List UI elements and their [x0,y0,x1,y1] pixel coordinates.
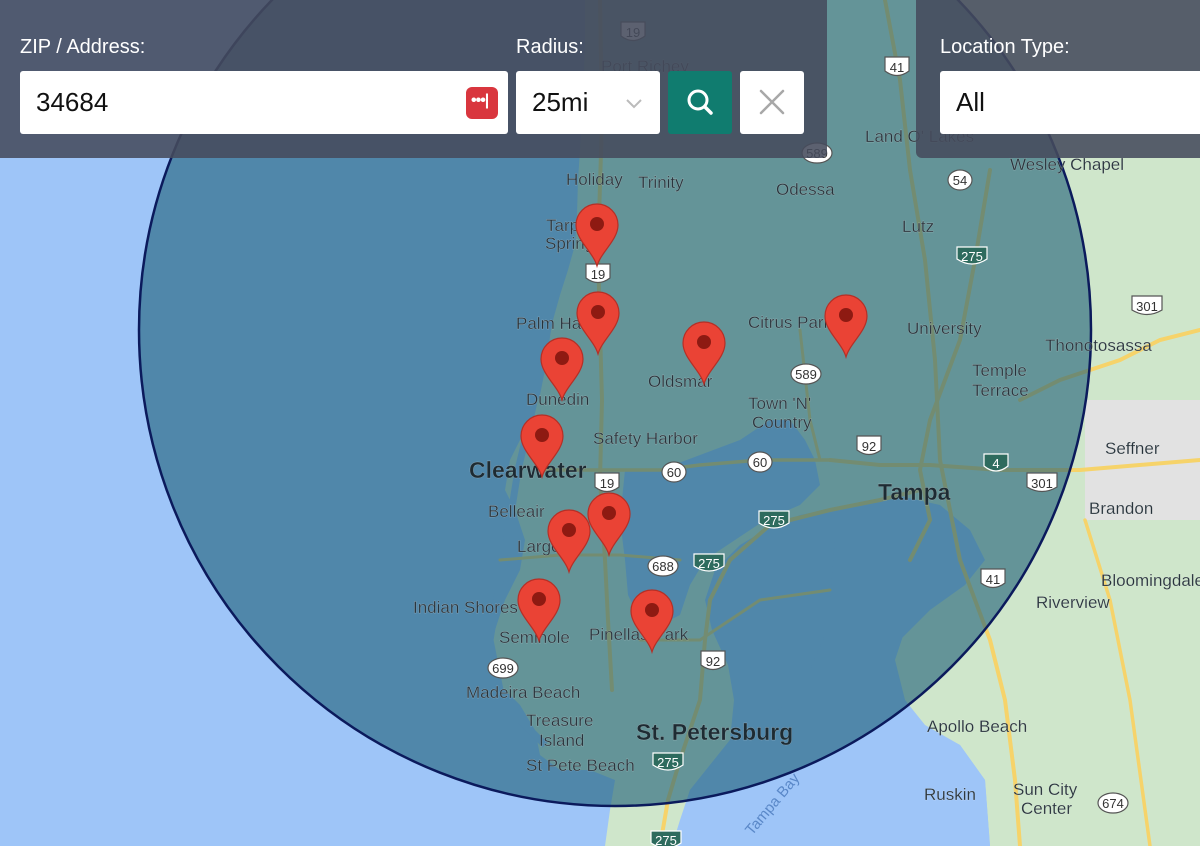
place-label: Riverview [1036,593,1110,612]
interstate-route-shield: 275 [693,553,725,572]
us-route-shield: 41 [980,568,1006,589]
place-label: University [907,319,982,338]
interstate-route-shield: 4 [983,453,1009,472]
route-number: 674 [1102,796,1124,811]
route-number: 60 [667,465,681,480]
route-number: 275 [698,556,720,571]
marker-dot [590,217,604,231]
marker-dot [602,506,616,520]
interstate-route-shield: 275 [758,510,790,529]
place-label: Holiday [566,170,623,189]
place-label: Clearwater [469,457,587,483]
place-label: Country [752,413,812,432]
route-number: 92 [862,439,876,454]
radius-select[interactable]: 25mi [516,71,660,134]
place-label: Seffner [1105,439,1160,458]
place-label: Belleair [488,502,545,521]
interstate-route-shield: 275 [652,752,684,771]
search-button[interactable] [668,71,732,134]
chevron-down-icon [626,99,642,109]
route-number: 92 [706,654,720,669]
place-label: Apollo Beach [927,717,1027,736]
place-label: Madeira Beach [466,683,580,702]
route-number: 275 [655,833,677,846]
clear-button[interactable] [740,71,804,134]
us-route-shield: 41 [884,56,910,77]
us-route-shield: 92 [700,650,726,671]
marker-dot [839,308,853,322]
route-number: 699 [492,661,514,676]
route-number: 4 [992,456,999,471]
close-icon [759,89,785,115]
place-label: Tampa [878,479,951,505]
route-number: 60 [753,455,767,470]
route-number: 301 [1031,476,1053,491]
place-label: Lutz [902,217,934,236]
us-route-shield: 92 [856,435,882,456]
route-number: 275 [657,755,679,770]
address-input[interactable]: 34684 •••| [20,71,508,134]
us-route-shield: 19 [594,472,620,493]
route-number: 301 [1136,299,1158,314]
state-route-shield: 589 [790,363,822,385]
us-route-shield: 301 [1026,472,1058,493]
place-label: Dunedin [526,390,589,409]
location-type-value[interactable]: All [956,71,985,134]
us-route-shield: 19 [585,263,611,284]
us-route-shield: 301 [1131,295,1163,316]
route-number: 589 [795,367,817,382]
location-type-select[interactable]: All [940,71,1200,134]
route-number: 688 [652,559,674,574]
marker-dot [645,603,659,617]
place-label: Ruskin [924,785,976,804]
location-type-panel: Location Type: All [916,0,1200,158]
place-label: Island [539,731,584,750]
place-label: Center [1021,799,1072,818]
place-label: St Pete Beach [526,756,635,775]
marker-dot [562,523,576,537]
marker-dot [697,335,711,349]
place-label: Safety Harbor [593,429,698,448]
address-value[interactable]: 34684 [36,71,108,134]
route-number: 275 [961,249,983,264]
place-label: Terrace [972,381,1029,400]
address-label: ZIP / Address: [20,36,146,58]
route-number: 275 [763,513,785,528]
password-manager-icon[interactable]: •••| [466,87,498,119]
search-icon [687,89,713,115]
route-number: 41 [890,60,904,75]
route-number: 54 [953,173,967,188]
interstate-route-shield: 275 [956,246,988,265]
route-number: 41 [986,572,1000,587]
place-label: Temple [972,361,1027,380]
place-label: Odessa [776,180,835,199]
marker-dot [591,305,605,319]
place-label: Town 'N' [748,394,811,413]
place-label: Indian Shores [413,598,518,617]
state-route-shield: 60 [661,461,687,483]
state-route-shield: 688 [647,555,679,577]
state-route-shield: 54 [947,169,973,191]
route-number: 19 [591,267,605,282]
state-route-shield: 60 [747,451,773,473]
route-number: 19 [600,476,614,491]
place-label: Thonotosassa [1045,336,1152,355]
place-label: Sun City [1013,780,1078,799]
state-route-shield: 674 [1097,792,1129,814]
place-label: Citrus Park [748,313,833,332]
marker-dot [555,351,569,365]
radius-label: Radius: [516,36,584,58]
state-route-shield: 699 [487,657,519,679]
place-label: Treasure [526,711,593,730]
marker-dot [535,428,549,442]
radius-value[interactable]: 25mi [532,71,588,134]
place-label: Trinity [638,173,684,192]
place-label: Bloomingdale [1101,571,1200,590]
place-label: Brandon [1089,499,1153,518]
location-type-label: Location Type: [940,36,1070,58]
interstate-route-shield: 275 [650,830,682,846]
place-label: St. Petersburg [636,719,793,745]
marker-dot [532,592,546,606]
